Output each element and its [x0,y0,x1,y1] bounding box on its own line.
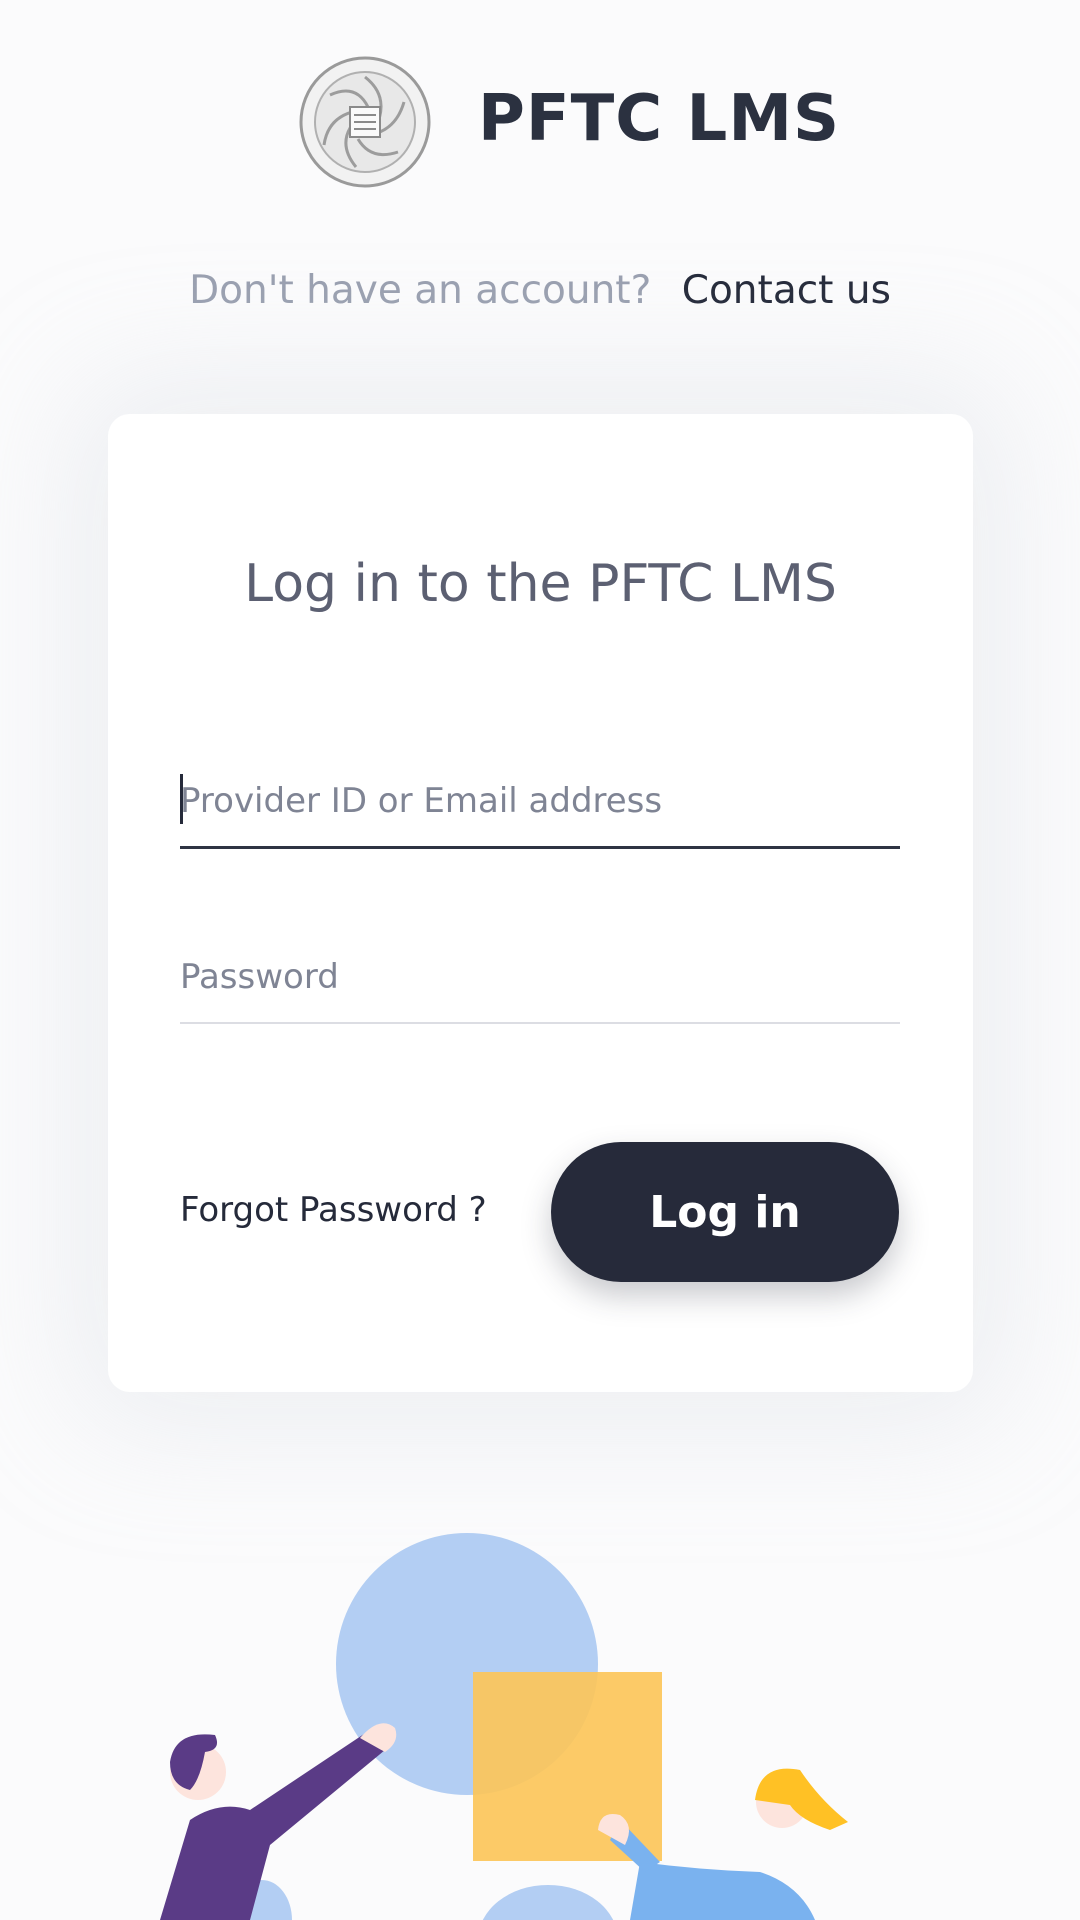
email-input[interactable] [180,756,900,846]
email-field[interactable] [180,756,900,849]
yellow-square-shape [473,1672,662,1861]
login-card-title: Log in to the PFTC LMS [244,554,837,614]
password-field[interactable] [180,932,900,1024]
contact-us-link[interactable]: Contact us [682,268,891,313]
signup-prompt-text: Don't have an account? [189,268,652,313]
password-input[interactable] [180,932,900,1022]
header: PFTC LMS [0,0,1080,260]
forgot-password-link[interactable]: Forgot Password ? [180,1190,487,1230]
app-title: PFTC LMS [478,82,841,156]
logo-icon [299,56,431,188]
login-button[interactable]: Log in [551,1142,899,1282]
text-cursor [180,774,183,824]
login-card: Log in to the PFTC LMS Forgot Password ?… [108,414,973,1392]
illustration-people-shapes [160,1533,848,1920]
signup-prompt: Don't have an account? Contact us [0,268,1080,313]
